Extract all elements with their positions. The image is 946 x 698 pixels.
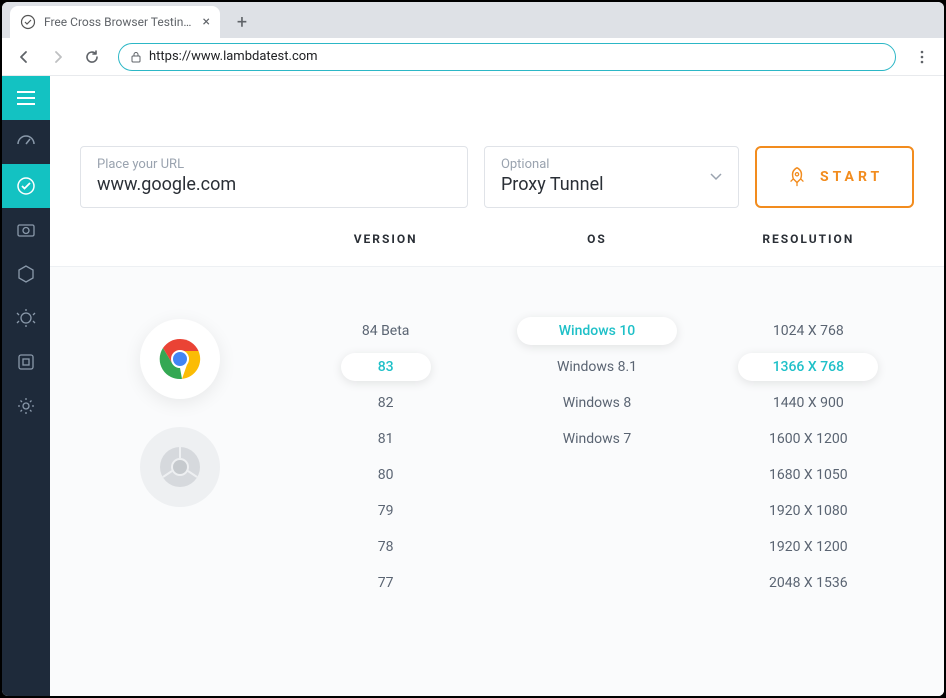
os-header: OS [491, 232, 702, 246]
url-input[interactable]: Place your URL www.google.com [80, 146, 468, 208]
version-header: VERSION [280, 232, 491, 246]
tab-strip: Free Cross Browser Testing Clou × + [2, 2, 944, 38]
browser-toolbar: https://www.lambdatest.com [2, 38, 944, 76]
resolution-header: RESOLUTION [703, 232, 914, 246]
browser-menu-button[interactable] [908, 43, 936, 71]
lambdatest-favicon-icon [20, 14, 36, 30]
browser-chrome-beta[interactable] [140, 427, 220, 507]
columns-body: 84 Beta83828180797877 Windows 10Windows … [50, 267, 944, 696]
sidebar-screenshot[interactable] [2, 208, 50, 252]
version-column: 84 Beta 83 82 81 80 79 78 77 [280, 297, 491, 696]
browser-column [80, 297, 280, 696]
resolution-option[interactable]: 1366 X 768 [738, 353, 878, 381]
version-option[interactable]: 84 Beta [341, 317, 431, 345]
sidebar-menu-toggle[interactable] [2, 76, 50, 120]
start-button[interactable]: START [755, 146, 914, 208]
sidebar-integrations[interactable] [2, 340, 50, 384]
new-tab-button[interactable]: + [228, 8, 256, 36]
start-button-label: START [820, 169, 883, 185]
chrome-icon [158, 337, 202, 381]
version-option[interactable]: 81 [341, 425, 431, 453]
os-option[interactable]: Windows 8 [517, 389, 677, 417]
forward-button[interactable] [44, 43, 72, 71]
version-option[interactable]: 77 [341, 569, 431, 597]
tab-title: Free Cross Browser Testing Clou [44, 15, 197, 29]
resolution-option[interactable]: 1920 X 1080 [738, 497, 878, 525]
browser-chrome-active[interactable] [140, 319, 220, 399]
url-text: https://www.lambdatest.com [149, 49, 318, 64]
version-option[interactable]: 82 [341, 389, 431, 417]
proxy-select-label: Optional [501, 157, 722, 172]
back-button[interactable] [10, 43, 38, 71]
os-option[interactable]: Windows 7 [517, 425, 677, 453]
config-panel: Place your URL www.google.com Optional P… [50, 76, 944, 232]
sidebar-issue-tracker[interactable] [2, 296, 50, 340]
resolution-option[interactable]: 2048 X 1536 [738, 569, 878, 597]
sidebar-realtime-testing[interactable] [2, 164, 50, 208]
sidebar [2, 76, 50, 696]
address-bar[interactable]: https://www.lambdatest.com [118, 43, 896, 71]
proxy-select-value: Proxy Tunnel [501, 174, 722, 195]
version-option[interactable]: 83 [341, 353, 431, 381]
reload-button[interactable] [78, 43, 106, 71]
resolution-option[interactable]: 1920 X 1200 [738, 533, 878, 561]
tab-close-icon[interactable]: × [203, 14, 210, 30]
version-option[interactable]: 78 [341, 533, 431, 561]
sidebar-automation[interactable] [2, 252, 50, 296]
sidebar-dashboard[interactable] [2, 120, 50, 164]
resolution-option[interactable]: 1680 X 1050 [738, 461, 878, 489]
version-option[interactable]: 79 [341, 497, 431, 525]
browser-tab[interactable]: Free Cross Browser Testing Clou × [10, 6, 220, 38]
url-input-value: www.google.com [97, 174, 451, 195]
resolution-option[interactable]: 1024 X 768 [738, 317, 878, 345]
resolution-option[interactable]: 1440 X 900 [738, 389, 878, 417]
resolution-column: 1024 X 768 1366 X 768 1440 X 900 1600 X 120… [703, 297, 914, 696]
os-option[interactable]: Windows 8.1 [517, 353, 677, 381]
url-input-label: Place your URL [97, 157, 451, 172]
os-column: Windows 10 Windows 8.1 Windows 8 Windows 7 [491, 297, 702, 696]
rocket-icon [786, 166, 808, 188]
os-option[interactable]: Windows 10 [517, 317, 677, 345]
lock-icon [131, 51, 141, 63]
chrome-grey-icon [158, 445, 202, 489]
columns-header: VERSION OS RESOLUTION [50, 232, 944, 267]
chevron-down-icon [710, 173, 722, 181]
proxy-select[interactable]: Optional Proxy Tunnel [484, 146, 739, 208]
version-option[interactable]: 80 [341, 461, 431, 489]
resolution-option[interactable]: 1600 X 1200 [738, 425, 878, 453]
sidebar-settings[interactable] [2, 384, 50, 428]
